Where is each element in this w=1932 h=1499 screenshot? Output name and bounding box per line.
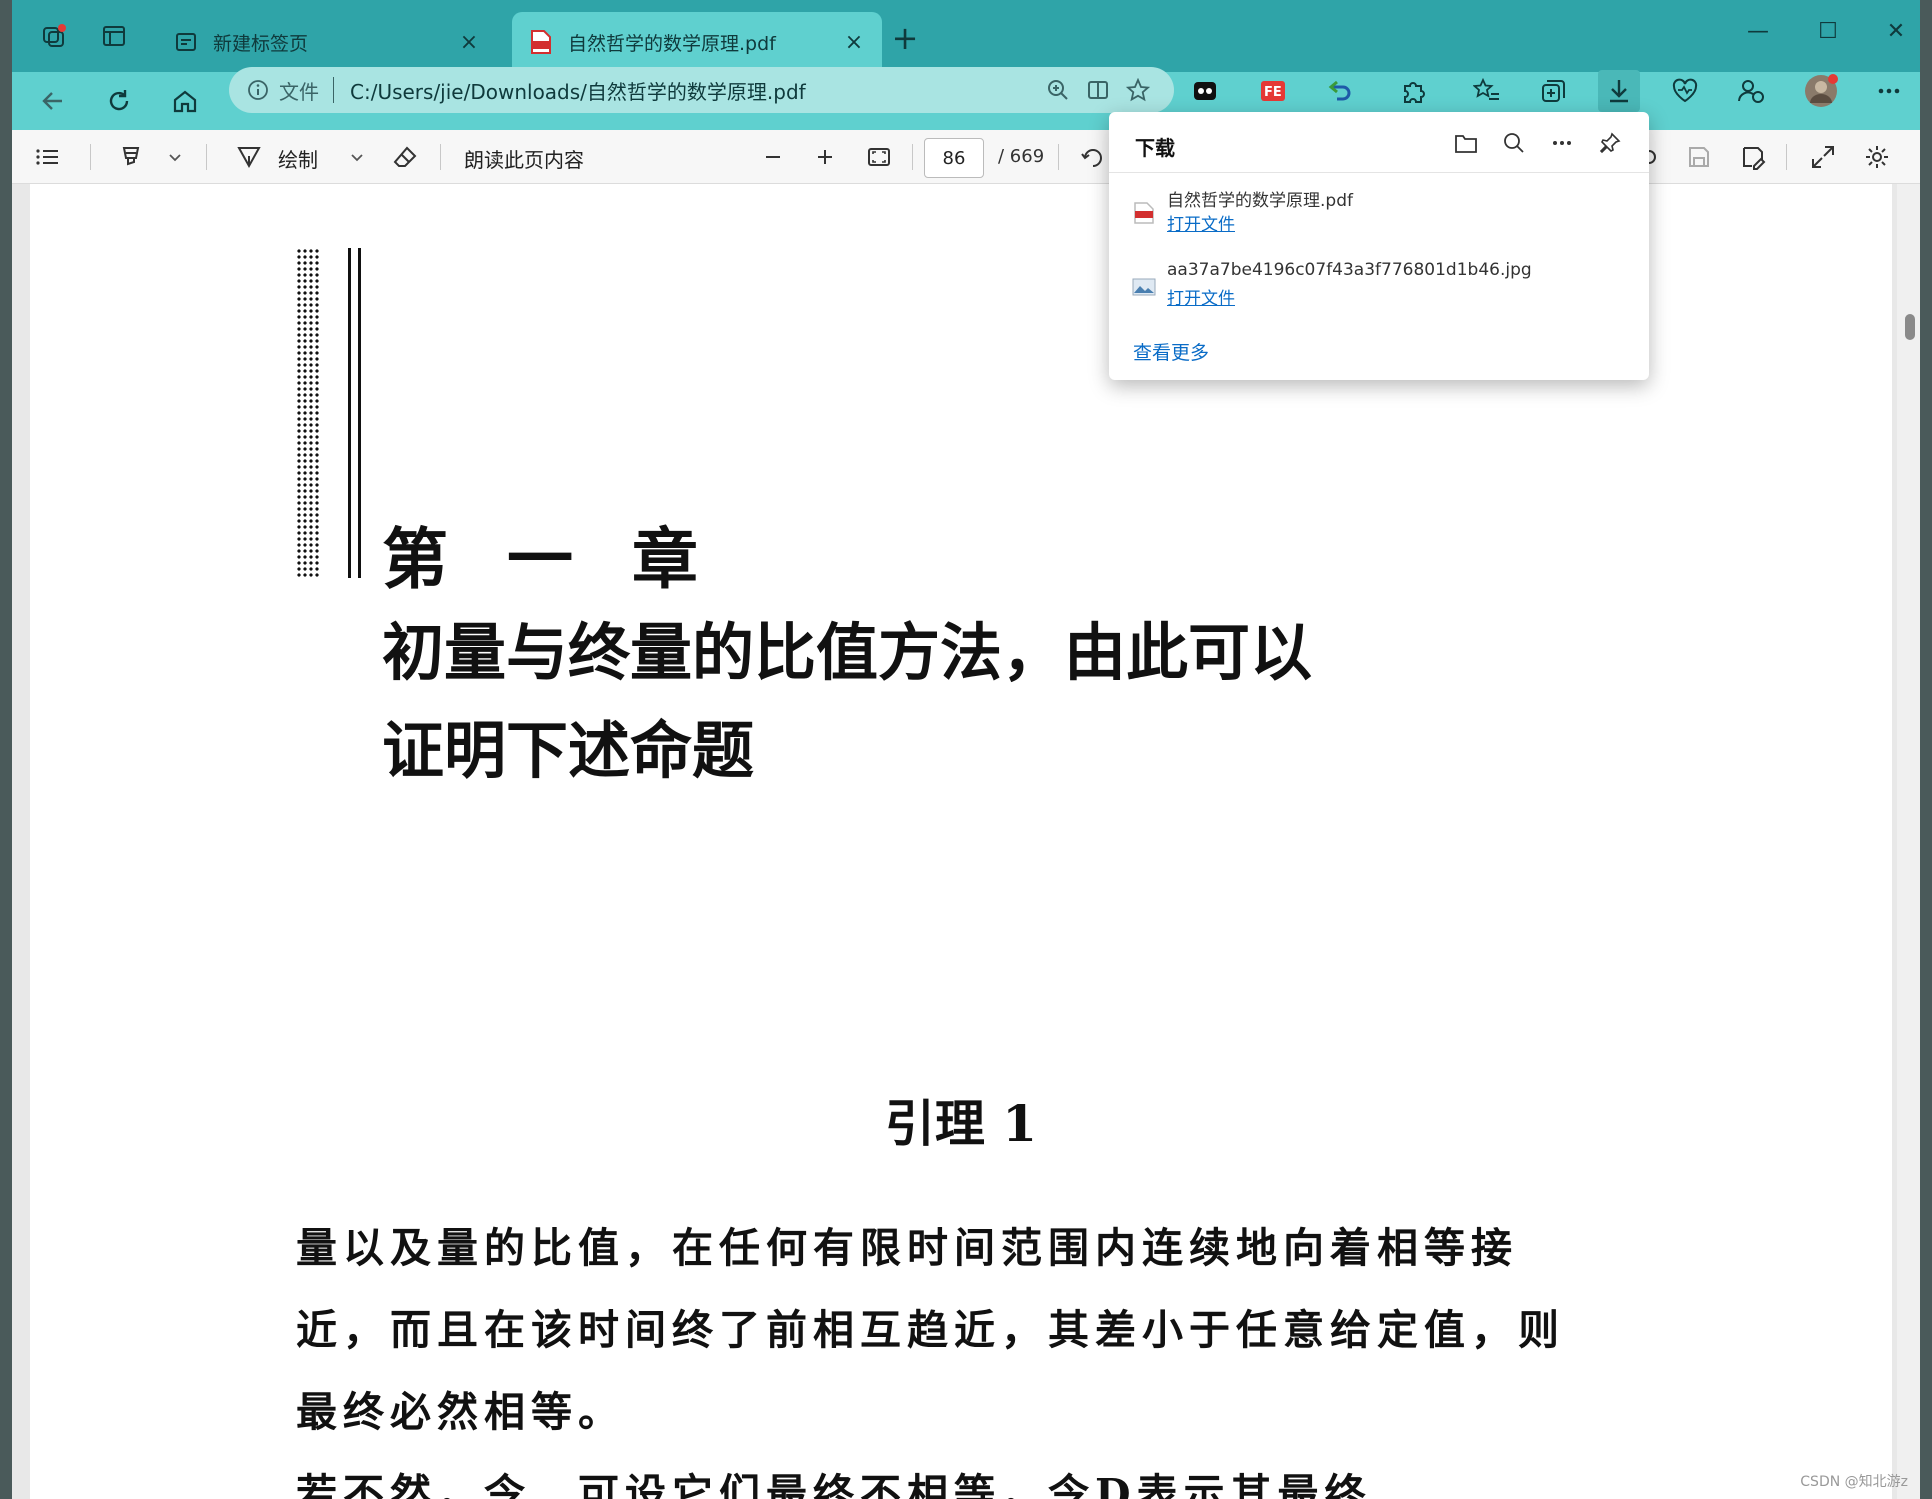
- tab-pdf[interactable]: 自然哲学的数学原理.pdf ×: [512, 12, 882, 72]
- search-icon[interactable]: [1497, 126, 1531, 160]
- save-icon[interactable]: [1680, 138, 1718, 176]
- extension-undo-icon[interactable]: [1318, 70, 1360, 112]
- minimize-button[interactable]: —: [1738, 14, 1778, 48]
- profile-sync-icon[interactable]: [1730, 70, 1772, 112]
- pin-icon[interactable]: [1593, 126, 1627, 160]
- download-filename: 自然哲学的数学原理.pdf: [1167, 191, 1353, 211]
- favorites-list-icon[interactable]: [1466, 70, 1508, 112]
- pdf-page: 第 一 章 初量与终量的比值方法，由此可以 证明下述命题 引理 1 量以及量的比…: [30, 184, 1892, 1499]
- zoom-icon[interactable]: [1038, 72, 1078, 108]
- toolbar-divider: [206, 144, 207, 170]
- toolbar-divider: [1786, 144, 1787, 170]
- body-line: 量以及量的比值，在任何有限时间范围内连续地向着相等接: [296, 1224, 1518, 1272]
- image-file-icon: [1131, 274, 1157, 300]
- extensions-puzzle-icon[interactable]: [1392, 70, 1434, 112]
- zoom-out-icon[interactable]: [754, 138, 792, 176]
- more-options-icon[interactable]: [1545, 126, 1579, 160]
- open-folder-icon[interactable]: [1449, 126, 1483, 160]
- downloads-icon[interactable]: [1598, 70, 1640, 112]
- more-menu-icon[interactable]: [1868, 70, 1910, 112]
- profile-avatar[interactable]: [1800, 70, 1842, 112]
- chevron-down-icon[interactable]: [156, 138, 194, 176]
- draw-label[interactable]: 绘制: [278, 144, 318, 173]
- tab-close-icon[interactable]: ×: [842, 30, 866, 55]
- toolbar-divider: [440, 144, 441, 170]
- tab-title: 新建标签页: [213, 32, 309, 55]
- body-line: 最终必然相等。: [296, 1388, 625, 1436]
- workspaces-icon[interactable]: [36, 18, 72, 54]
- tab-title: 自然哲学的数学原理.pdf: [568, 32, 776, 55]
- info-icon[interactable]: [245, 77, 271, 103]
- new-tab-page-icon: [173, 29, 199, 55]
- back-arrow-icon[interactable]: [34, 82, 72, 120]
- rotate-icon[interactable]: [1074, 138, 1112, 176]
- refresh-icon[interactable]: [100, 82, 138, 120]
- svg-text:FE: FE: [1264, 85, 1282, 100]
- scheme-label: 文件: [279, 79, 319, 104]
- toolbar-divider: [1058, 144, 1059, 170]
- open-file-link[interactable]: 打开文件: [1167, 210, 1235, 235]
- toolbar-divider: [90, 144, 91, 170]
- favorite-star-icon[interactable]: [1118, 72, 1158, 108]
- watermark-text: CSDN @知北游z: [1800, 1474, 1908, 1490]
- read-aloud-button[interactable]: 朗读此页内容: [464, 144, 584, 173]
- page-total: / 669: [998, 146, 1045, 167]
- tab-new-tab[interactable]: 新建标签页 ×: [157, 12, 497, 72]
- chapter-heading: 第 一 章: [382, 520, 716, 598]
- extension-mask-icon[interactable]: [1184, 70, 1226, 112]
- new-tab-button[interactable]: +: [887, 19, 923, 57]
- tab-close-icon[interactable]: ×: [457, 30, 481, 55]
- vertical-scrollbar[interactable]: [1897, 184, 1920, 1499]
- browser-essentials-icon[interactable]: [1664, 70, 1706, 112]
- see-more-link[interactable]: 查看更多: [1133, 338, 1209, 365]
- download-filename: aa37a7be4196c07f43a3f776801d1b46.jpg: [1167, 260, 1532, 280]
- browser-window: 新建标签页 × 自然哲学的数学原理.pdf × + — ☐ ✕ 文件 C:/Us…: [12, 0, 1920, 1499]
- address-separator: [333, 77, 334, 103]
- document-viewer: 第 一 章 初量与终量的比值方法，由此可以 证明下述命题 引理 1 量以及量的比…: [12, 184, 1920, 1499]
- fit-page-icon[interactable]: [860, 138, 898, 176]
- chapter-decoration-line: [358, 248, 361, 578]
- settings-gear-icon[interactable]: [1858, 138, 1896, 176]
- zoom-in-icon[interactable]: [806, 138, 844, 176]
- pdf-file-icon: [1131, 200, 1157, 226]
- url-text[interactable]: C:/Users/jie/Downloads/自然哲学的数学原理.pdf: [350, 76, 1038, 105]
- highlight-icon[interactable]: [112, 138, 150, 176]
- chapter-title-line: 初量与终量的比值方法，由此可以: [382, 616, 1313, 689]
- close-window-button[interactable]: ✕: [1876, 14, 1916, 48]
- contents-list-icon[interactable]: [28, 138, 66, 176]
- page-number-input[interactable]: 86: [924, 138, 984, 178]
- scrollbar-thumb[interactable]: [1905, 314, 1915, 340]
- open-file-link[interactable]: 打开文件: [1167, 284, 1235, 309]
- pdf-file-icon: [528, 29, 554, 55]
- chapter-decoration-line: [348, 248, 351, 578]
- downloads-title: 下载: [1135, 136, 1175, 160]
- maximize-button[interactable]: ☐: [1808, 14, 1848, 48]
- chapter-title-line: 证明下述命题: [382, 714, 755, 787]
- address-bar[interactable]: 文件 C:/Users/jie/Downloads/自然哲学的数学原理.pdf: [229, 67, 1174, 113]
- body-line: 若不然，令…可设它们最终不相等，令D表示其最终: [296, 1470, 1372, 1499]
- chapter-decoration: [296, 248, 320, 578]
- toolbar-divider: [912, 144, 913, 170]
- split-screen-icon[interactable]: [1078, 72, 1118, 108]
- downloads-panel: 下载 自然哲学的数学原理.pdf 打开文件 aa37a7be4196c07f43…: [1109, 112, 1649, 380]
- lemma-heading: 引理 1: [884, 1094, 1038, 1153]
- extension-fe-icon[interactable]: FE: [1252, 70, 1294, 112]
- chevron-down-icon[interactable]: [338, 138, 376, 176]
- save-as-icon[interactable]: [1734, 138, 1772, 176]
- panel-divider: [1109, 172, 1649, 173]
- download-item[interactable]: aa37a7be4196c07f43a3f776801d1b46.jpg 打开文…: [1131, 260, 1631, 320]
- home-icon[interactable]: [166, 82, 204, 120]
- collections-icon[interactable]: [1532, 70, 1574, 112]
- draw-pen-icon[interactable]: [230, 138, 268, 176]
- eraser-icon[interactable]: [386, 138, 424, 176]
- tab-strip: 新建标签页 × 自然哲学的数学原理.pdf × + — ☐ ✕: [12, 0, 1920, 72]
- body-line: 近，而且在该时间终了前相互趋近，其差小于任意给定值，则: [296, 1306, 1565, 1354]
- download-item[interactable]: 自然哲学的数学原理.pdf 打开文件: [1131, 186, 1631, 246]
- vertical-tabs-icon[interactable]: [96, 18, 132, 54]
- fullscreen-icon[interactable]: [1804, 138, 1842, 176]
